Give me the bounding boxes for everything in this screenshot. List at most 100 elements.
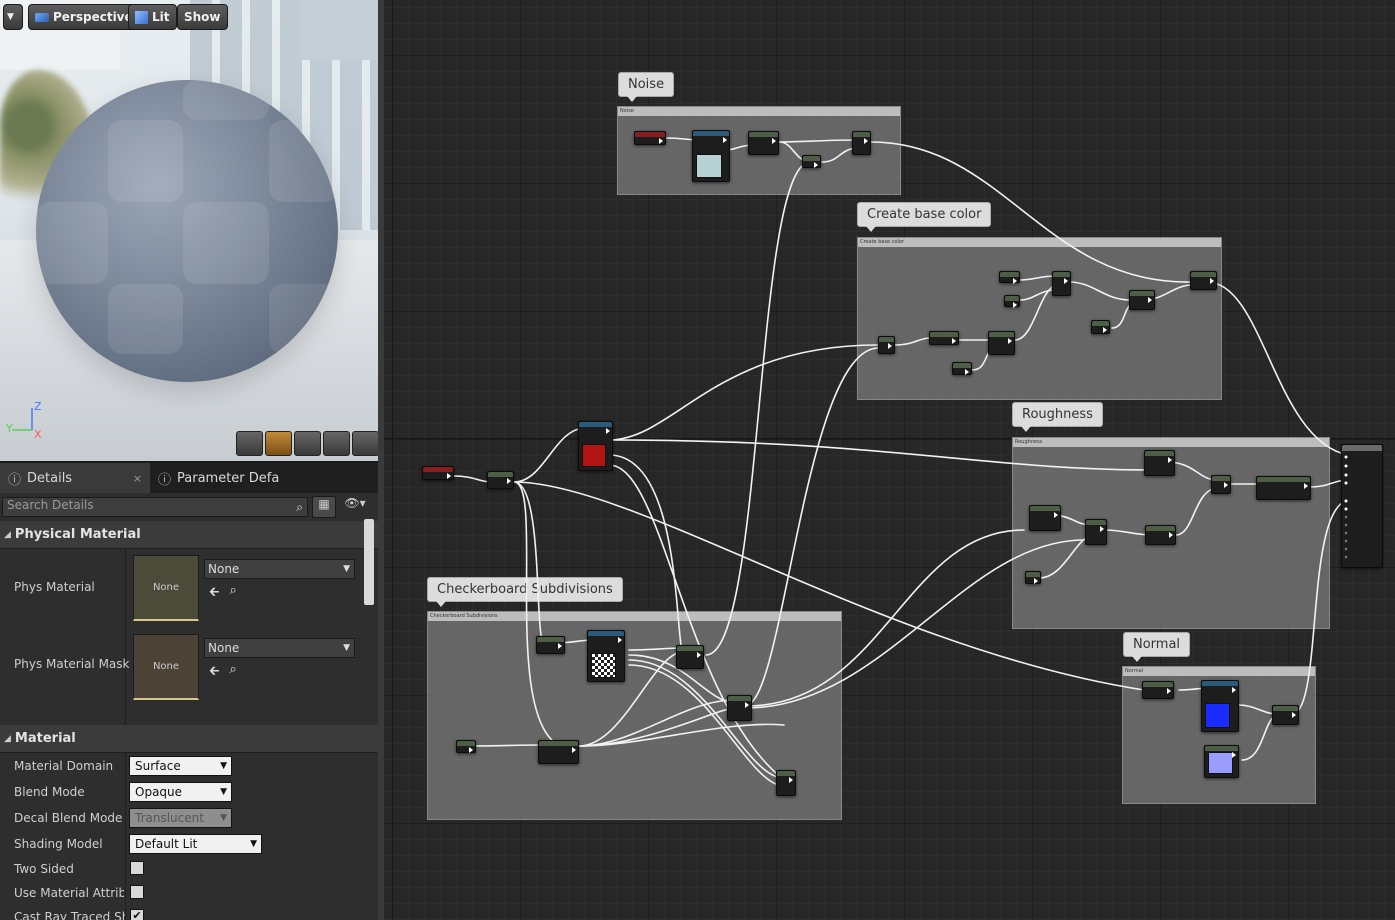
search-details-input[interactable]: Search Details ⌕ — [2, 497, 308, 517]
chevron-down-icon: ▼ — [343, 564, 350, 574]
lerp-node[interactable] — [748, 131, 779, 155]
material-category[interactable]: ◢ Material — [0, 725, 378, 753]
constant-node[interactable] — [999, 271, 1020, 284]
phys-material-mask-row: Phys Material Mask None None ▼ 🡰 ⌕ — [0, 629, 378, 711]
constant-node[interactable] — [1091, 320, 1110, 334]
phys-material-mask-combo[interactable]: None ▼ — [204, 638, 355, 658]
multiply-node[interactable] — [536, 636, 565, 654]
background-building-top — [300, 0, 378, 60]
decal-blend-mode-value: Translucent — [135, 811, 204, 825]
phys-material-mask-thumbnail[interactable]: None — [133, 634, 199, 700]
math-node[interactable] — [878, 336, 895, 354]
lerp-node[interactable] — [1029, 505, 1061, 531]
lerp-node[interactable] — [1085, 519, 1107, 545]
constant3-node[interactable] — [1204, 745, 1239, 778]
lit-button[interactable]: Lit — [128, 4, 177, 30]
details-scrollbar[interactable] — [364, 519, 374, 605]
info-icon: ⓘ — [8, 472, 22, 488]
axis-z-label: Z — [34, 400, 42, 413]
cylinder-mesh-icon[interactable] — [236, 431, 263, 456]
lerp-node[interactable] — [1144, 450, 1175, 476]
use-selected-arrow-icon[interactable]: 🡰 — [209, 583, 220, 605]
use-selected-arrow-icon[interactable]: 🡰 — [209, 662, 220, 684]
flatten-normal-node[interactable] — [1272, 705, 1299, 725]
checkmark-icon: ✔ — [132, 909, 142, 920]
custom-mesh-icon[interactable] — [352, 431, 378, 456]
blend-mode-select[interactable]: Opaque ▼ — [129, 782, 232, 802]
two-sided-checkbox[interactable] — [130, 861, 144, 875]
lerp-node[interactable] — [776, 770, 796, 796]
cube-mesh-icon[interactable] — [323, 431, 350, 456]
preview-sphere[interactable] — [36, 80, 338, 382]
browse-search-icon[interactable]: ⌕ — [230, 662, 237, 684]
shading-model-label: Shading Model — [14, 837, 103, 851]
plane-mesh-icon[interactable] — [294, 431, 321, 456]
eye-visibility-icon[interactable]: 👁▾ — [340, 496, 370, 518]
tab-details[interactable]: ⓘ Details × — [0, 463, 150, 493]
multiply-node[interactable] — [1129, 290, 1155, 310]
phys-material-label: Phys Material — [14, 580, 95, 594]
lerp-node[interactable] — [676, 645, 704, 669]
preview-viewport[interactable]: ▼ Perspective Lit Show Z Y X — [0, 0, 378, 461]
tab-parameter-defaults[interactable]: ⓘ Parameter Defaults — [150, 463, 300, 493]
lerp-node[interactable] — [852, 131, 871, 155]
perspective-label: Perspective — [53, 10, 133, 24]
viewport-menu-button[interactable]: ▼ — [3, 4, 23, 30]
phys-material-combo[interactable]: None ▼ — [204, 559, 355, 579]
red-texture-sample-node[interactable] — [578, 421, 613, 471]
material-output-node[interactable] — [1341, 444, 1383, 568]
phys-material-thumbnail[interactable]: None — [133, 555, 199, 621]
browse-search-icon[interactable]: ⌕ — [230, 583, 237, 605]
cast-ray-traced-shadows-checkbox[interactable]: ✔ — [130, 909, 144, 920]
checker-texture-sample-node[interactable] — [587, 630, 625, 682]
lerp-node[interactable] — [988, 331, 1015, 355]
phys-material-mask-value: None — [208, 641, 240, 655]
show-button[interactable]: Show — [177, 4, 228, 30]
material-header: Material — [14, 731, 76, 746]
chevron-down-icon: ▼ — [220, 813, 227, 823]
phys-material-mask-label: Phys Material Mask — [14, 657, 130, 671]
material-editor: ▼ Perspective Lit Show Z Y X ⓘ Details ×… — [0, 0, 1395, 920]
show-label: Show — [184, 10, 221, 24]
multiply-node[interactable] — [1190, 271, 1217, 290]
chevron-down-icon: ▼ — [250, 839, 257, 849]
multiply-node[interactable] — [1142, 681, 1174, 699]
close-icon[interactable]: × — [133, 472, 142, 485]
constant-node[interactable] — [456, 740, 476, 753]
noise-texture-sample-node[interactable] — [692, 130, 730, 182]
texcoord-node[interactable] — [422, 466, 454, 480]
physical-material-category[interactable]: ◢ Physical Material — [0, 521, 378, 549]
shading-model-value: Default Lit — [135, 837, 198, 851]
shading-model-select[interactable]: Default Lit ▼ — [129, 834, 262, 854]
thumbnail-none-text: None — [152, 661, 180, 672]
constant-node[interactable] — [1004, 295, 1020, 308]
texcoord-node[interactable] — [634, 131, 666, 145]
lerp-node[interactable] — [727, 695, 752, 721]
cube-icon — [135, 10, 148, 24]
constant-node[interactable] — [1025, 571, 1041, 584]
perspective-button[interactable]: Perspective — [28, 4, 140, 30]
custom-rotator-node[interactable] — [538, 740, 579, 764]
use-material-attributes-checkbox[interactable] — [130, 885, 144, 899]
math-node[interactable] — [802, 155, 821, 168]
table-view-icon[interactable]: ▦ — [312, 496, 336, 518]
lerp-node[interactable] — [1052, 271, 1071, 296]
multiply-node[interactable] — [487, 471, 514, 489]
constant-node[interactable] — [952, 362, 972, 375]
chevron-down-icon: ▼ — [220, 761, 227, 771]
material-graph[interactable]: Noise Create base color Roughness Checke… — [378, 0, 1395, 920]
math-node[interactable] — [929, 331, 959, 345]
normal-texture-sample-node[interactable] — [1201, 680, 1239, 732]
connection-wires — [453, 137, 1349, 787]
decal-blend-mode-label: Decal Blend Mode — [14, 811, 123, 825]
sphere-mesh-icon[interactable] — [265, 431, 292, 456]
material-domain-select[interactable]: Surface ▼ — [129, 756, 232, 776]
physical-material-header: Physical Material — [14, 527, 141, 542]
tab-details-label: Details — [27, 470, 73, 486]
lit-label: Lit — [152, 10, 170, 24]
clamp-node[interactable] — [1256, 476, 1311, 500]
multiply-node[interactable] — [1145, 525, 1176, 545]
math-node[interactable] — [1211, 475, 1231, 494]
use-material-attributes-label: Use Material Attributes — [14, 886, 124, 900]
decal-blend-mode-select: Translucent ▼ — [129, 808, 232, 828]
